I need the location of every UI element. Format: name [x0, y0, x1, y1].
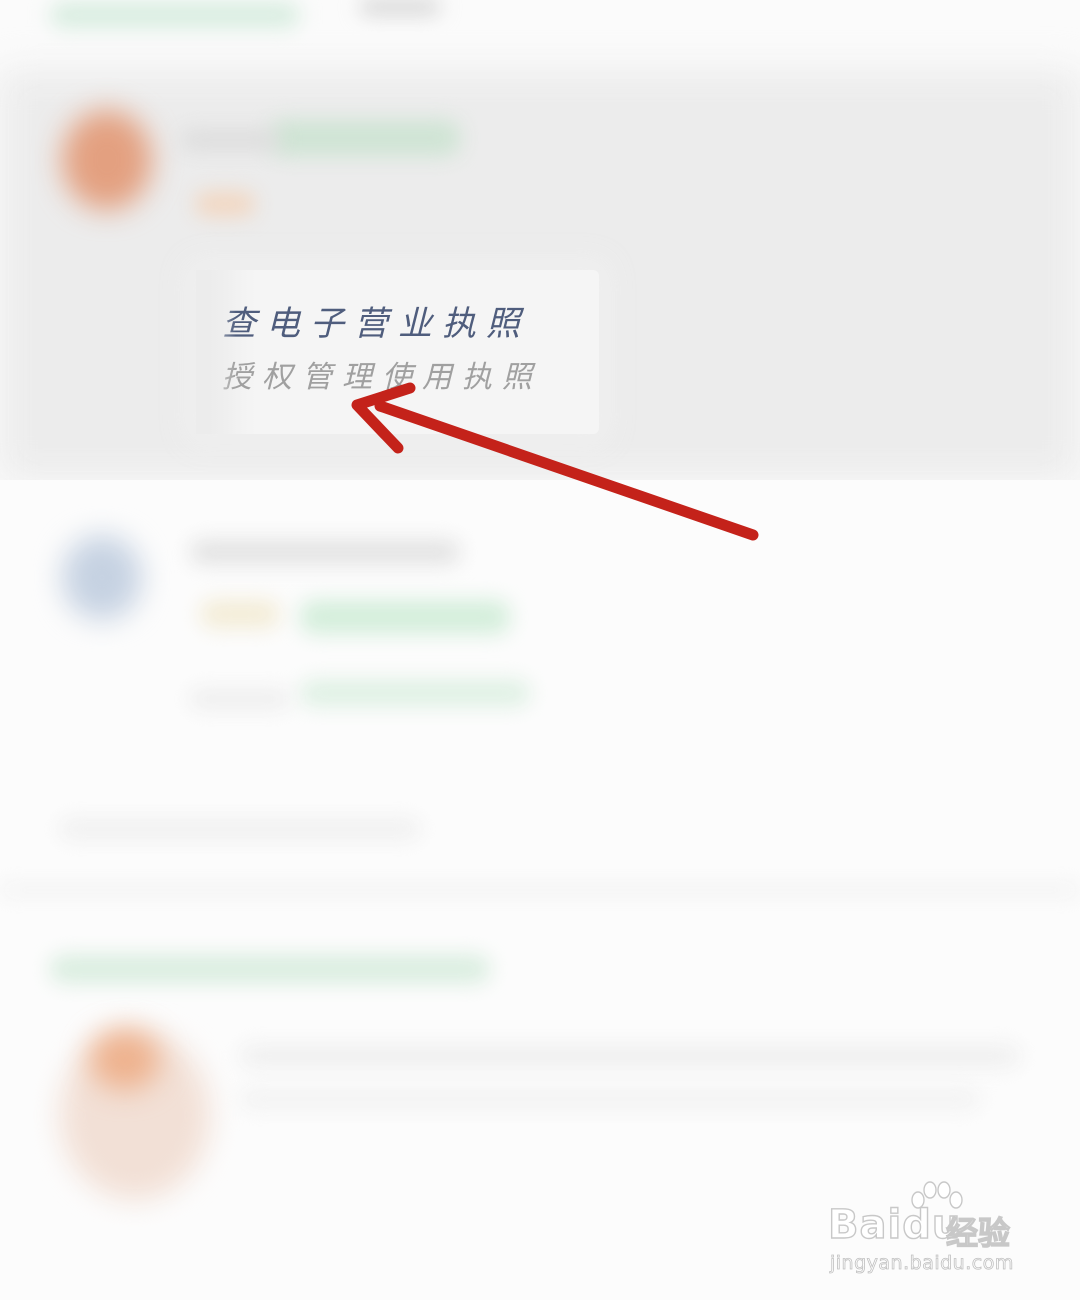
watermark-url: jingyan.baidu.com — [830, 1252, 1014, 1275]
watermark-cn-text: 经验 — [945, 1213, 1011, 1252]
watermark-logo-text: Baidu — [827, 1201, 962, 1248]
pointer-arrow-icon — [351, 382, 759, 541]
baidu-jingyan-watermark: Baidu 经验 jingyan.baidu.com — [826, 1180, 1036, 1280]
